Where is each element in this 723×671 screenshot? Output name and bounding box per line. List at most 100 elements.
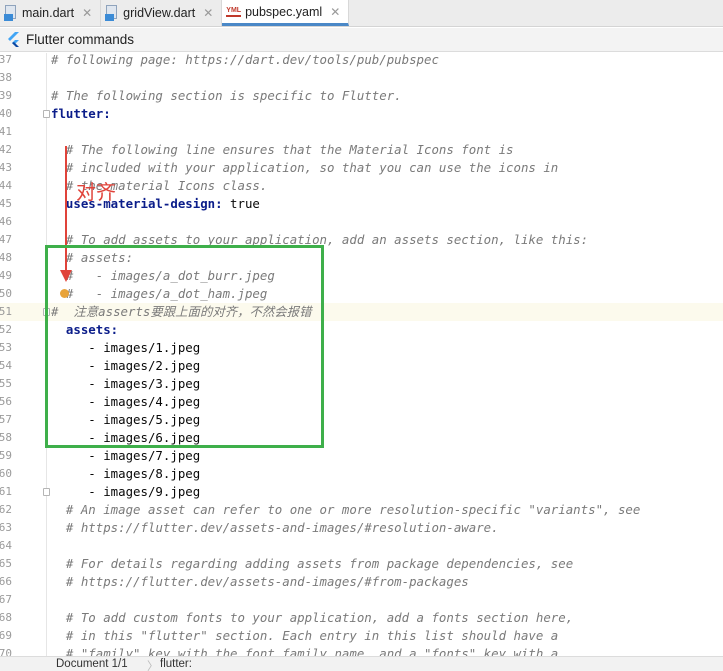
line-number: 45: [0, 197, 12, 210]
breadcrumb-separator: 〉: [147, 661, 159, 671]
code-token: # For details regarding adding assets fr…: [51, 556, 574, 571]
line-number: 55: [0, 377, 12, 390]
line-number: 59: [0, 449, 12, 462]
line-number: 58: [0, 431, 12, 444]
line-number: 42: [0, 143, 12, 156]
code-token: #: [51, 520, 81, 535]
code-token: # The following section is specific to F…: [51, 88, 402, 103]
code-token: - images/8.jpeg: [51, 466, 201, 481]
line-number: 40: [0, 107, 12, 120]
line-number: 70: [0, 647, 12, 656]
yaml-file-icon: YML: [226, 7, 242, 17]
code-text: - images/9.jpeg: [51, 483, 200, 501]
code-text: # The following section is specific to F…: [51, 87, 402, 105]
line-number: 49: [0, 269, 12, 282]
code-text: # https://flutter.dev/assets-and-images/…: [51, 573, 469, 591]
close-icon[interactable]: ✕: [203, 6, 213, 20]
code-token: # An image asset can refer to one or mor…: [51, 502, 641, 517]
dart-file-icon: [4, 5, 18, 21]
code-text: # To add custom fonts to your applicatio…: [51, 609, 573, 627]
code-line[interactable]: 70 # "family" key with the font family n…: [0, 645, 723, 656]
line-number: 38: [0, 71, 12, 84]
code-link[interactable]: https://flutter.dev/assets-and-images/#r…: [81, 520, 491, 535]
tab-pubspec-yaml[interactable]: YML pubspec.yaml ✕: [222, 0, 350, 26]
code-line[interactable]: 69 # in this "flutter" section. Each ent…: [0, 627, 723, 645]
code-line[interactable]: 65 # For details regarding adding assets…: [0, 555, 723, 573]
code-token: true: [222, 196, 260, 211]
code-token: - images/9.jpeg: [51, 484, 201, 499]
line-number: 46: [0, 215, 12, 228]
fold-marker-icon[interactable]: [43, 110, 50, 118]
code-line[interactable]: 68 # To add custom fonts to your applica…: [0, 609, 723, 627]
line-number: 54: [0, 359, 12, 372]
fold-marker-icon[interactable]: [43, 488, 50, 496]
line-number: 56: [0, 395, 12, 408]
editor-tab-bar: main.dart ✕ gridView.dart ✕ YML pubspec.…: [0, 0, 723, 27]
code-line[interactable]: 42 # The following line ensures that the…: [0, 141, 723, 159]
breadcrumb[interactable]: flutter:: [160, 658, 192, 670]
align-annotation-label: 对齐: [76, 180, 116, 204]
code-link[interactable]: https://dart.dev/tools/pub/pubspec: [185, 53, 439, 67]
code-token: .: [491, 520, 499, 535]
code-line[interactable]: 66 # https://flutter.dev/assets-and-imag…: [0, 573, 723, 591]
line-number: 66: [0, 575, 12, 588]
line-number: 52: [0, 323, 12, 336]
document-counter: Document 1/1: [56, 658, 128, 670]
code-line[interactable]: 41: [0, 123, 723, 141]
code-text: # An image asset can refer to one or mor…: [51, 501, 640, 519]
line-number: 53: [0, 341, 12, 354]
code-token: - images/7.jpeg: [51, 448, 201, 463]
code-line[interactable]: 39 # The following section is specific to…: [0, 87, 723, 105]
line-number: 65: [0, 557, 12, 570]
flutter-commands-label: Flutter commands: [26, 32, 135, 47]
line-number: 57: [0, 413, 12, 426]
code-line[interactable]: 59 - images/7.jpeg: [0, 447, 723, 465]
code-line[interactable]: 63 # https://flutter.dev/assets-and-imag…: [0, 519, 723, 537]
close-icon[interactable]: ✕: [82, 6, 92, 20]
code-text: # "family" key with the font family name…: [51, 645, 558, 656]
tab-label: pubspec.yaml: [245, 4, 323, 19]
dart-file-icon: [105, 5, 119, 21]
code-line[interactable]: 37 # following page: https://dart.dev/too…: [0, 53, 723, 69]
code-text: # The following line ensures that the Ma…: [51, 141, 514, 159]
code-token: flutter:: [51, 106, 111, 121]
code-line[interactable]: 40 flutter:: [0, 105, 723, 123]
code-text: - images/7.jpeg: [51, 447, 200, 465]
line-number: 39: [0, 89, 12, 102]
code-text: - images/8.jpeg: [51, 465, 200, 483]
code-line[interactable]: 64: [0, 537, 723, 555]
code-token: # The following line ensures that the Ma…: [51, 142, 514, 157]
line-number: 41: [0, 125, 12, 138]
line-number: 68: [0, 611, 12, 624]
code-text: flutter:: [51, 105, 111, 123]
tab-main-dart[interactable]: main.dart ✕: [0, 0, 102, 26]
tab-label: gridView.dart: [123, 6, 196, 20]
code-text: # https://flutter.dev/assets-and-images/…: [51, 519, 499, 537]
tab-gridview-dart[interactable]: gridView.dart ✕: [101, 0, 223, 26]
code-link[interactable]: https://flutter.dev/assets-and-images/#f…: [81, 574, 469, 589]
line-number: 47: [0, 233, 12, 246]
line-number: 43: [0, 161, 12, 174]
code-line[interactable]: 46: [0, 213, 723, 231]
code-token: # in this "flutter" section. Each entry …: [51, 628, 559, 643]
code-token: # included with your application, so tha…: [51, 160, 559, 175]
line-number: 51: [0, 305, 12, 318]
code-text: # following page: https://dart.dev/tools…: [51, 53, 439, 69]
status-bar: Document 1/1 〉 flutter:: [0, 656, 723, 671]
close-icon[interactable]: ✕: [330, 5, 340, 19]
line-number: 63: [0, 521, 12, 534]
code-line[interactable]: 43 # included with your application, so …: [0, 159, 723, 177]
code-line[interactable]: 38: [0, 69, 723, 87]
flutter-commands-bar[interactable]: Flutter commands: [0, 28, 723, 52]
line-number: 64: [0, 539, 12, 552]
line-number: 69: [0, 629, 12, 642]
code-line[interactable]: 60 - images/8.jpeg: [0, 465, 723, 483]
line-number: 67: [0, 593, 12, 606]
code-line[interactable]: 61 - images/9.jpeg: [0, 483, 723, 501]
code-text: # in this "flutter" section. Each entry …: [51, 627, 558, 645]
code-token: # following page:: [51, 53, 186, 67]
assets-highlight-box: [45, 245, 324, 448]
code-line[interactable]: 67: [0, 591, 723, 609]
line-number: 50: [0, 287, 12, 300]
code-line[interactable]: 62 # An image asset can refer to one or …: [0, 501, 723, 519]
